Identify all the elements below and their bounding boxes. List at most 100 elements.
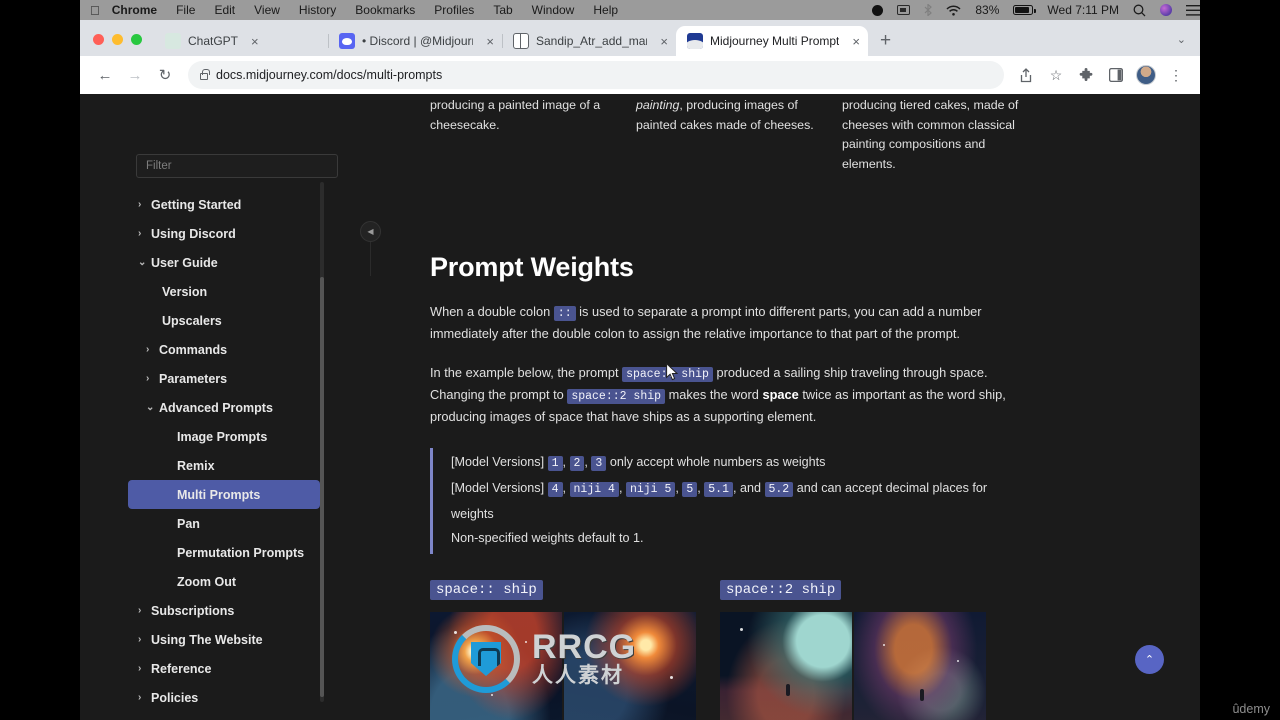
back-button[interactable]: ←: [90, 60, 120, 90]
sidebar-item-reference[interactable]: › Reference: [128, 654, 398, 683]
minimize-window-button[interactable]: [112, 34, 123, 45]
record-icon[interactable]: [872, 4, 884, 16]
p2-part-c: makes the word: [665, 386, 763, 402]
share-icon[interactable]: [1012, 61, 1040, 89]
code-v1: 1: [547, 456, 563, 472]
menu-item-window[interactable]: Window: [532, 3, 575, 17]
generated-image[interactable]: [564, 612, 696, 720]
sidebar-item-subscriptions[interactable]: › Subscriptions: [128, 596, 398, 625]
bluetooth-icon[interactable]: [924, 4, 933, 16]
avatar[interactable]: [1132, 61, 1160, 89]
sidebar-item-using-discord[interactable]: › Using Discord: [128, 219, 398, 248]
p2-bold-space: space: [762, 386, 799, 402]
search-input[interactable]: Filter: [136, 154, 338, 178]
chevron-right-icon: ›: [146, 373, 150, 384]
apple-logo-icon[interactable]: : [90, 3, 100, 18]
page-title: Prompt Weights: [430, 252, 634, 283]
image-grid-space2-ship[interactable]: [720, 612, 986, 720]
generated-image[interactable]: [854, 612, 986, 720]
clock-label[interactable]: Wed 7:11 PM: [1047, 3, 1119, 17]
sidebar-item-label: Multi Prompts: [177, 487, 261, 502]
sidebar-item-label: Getting Started: [151, 197, 242, 212]
menu-item-bookmarks[interactable]: Bookmarks: [355, 3, 415, 17]
menu-item-history[interactable]: History: [299, 3, 336, 17]
bookmark-star-icon[interactable]: ☆: [1042, 61, 1070, 89]
top-column-2: painting, producing images of painted ca…: [636, 96, 814, 174]
screen-mirroring-icon[interactable]: [897, 4, 911, 16]
browser-menu-icon[interactable]: ⋮: [1162, 61, 1190, 89]
menu-item-profiles[interactable]: Profiles: [434, 3, 474, 17]
sidebar-item-label: Subscriptions: [151, 603, 235, 618]
menu-item-tab[interactable]: Tab: [493, 3, 512, 17]
close-window-button[interactable]: [93, 34, 104, 45]
note-line-2: [Model Versions] 4, niji 4, niji 5, 5, 5…: [451, 481, 988, 522]
sidebar-item-image-prompts[interactable]: Image Prompts: [128, 422, 398, 451]
sidebar-item-label: Remix: [177, 458, 215, 473]
address-bar[interactable]: docs.midjourney.com/docs/multi-prompts: [188, 61, 1004, 89]
sidebar-item-remix[interactable]: Remix: [128, 451, 398, 480]
sidebar-item-using-the-website[interactable]: › Using The Website: [128, 625, 398, 654]
sidebar-item-policies[interactable]: › Policies: [128, 683, 398, 712]
sidebar-item-parameters[interactable]: › Parameters: [128, 364, 398, 393]
sidebar-item-user-guide[interactable]: ⌄ User Guide: [128, 248, 398, 277]
sidebar-item-label: Zoom Out: [177, 574, 237, 589]
scroll-to-top-button[interactable]: ⌃: [1135, 645, 1164, 674]
menu-item-edit[interactable]: Edit: [214, 3, 235, 17]
sidebar-scrollbar[interactable]: [320, 182, 324, 702]
sidebar-nav: › Getting Started › Using Discord ⌄ User…: [128, 190, 398, 720]
menu-item-help[interactable]: Help: [593, 3, 618, 17]
tab-chatgpt[interactable]: ChatGPT ×: [154, 26, 329, 56]
control-center-icon[interactable]: [1186, 4, 1200, 16]
note1-a: [Model Versions]: [451, 455, 548, 470]
menu-item-view[interactable]: View: [254, 3, 280, 17]
sidebar-item-upscalers[interactable]: Upscalers: [128, 306, 398, 335]
menu-item-chrome[interactable]: Chrome: [112, 3, 157, 17]
siri-icon[interactable]: [1160, 4, 1172, 16]
code-v51: 5.1: [704, 482, 733, 498]
note1-b: only accept whole numbers as weights: [606, 455, 826, 470]
close-icon[interactable]: ×: [852, 35, 860, 48]
example-image-grids: [430, 612, 1030, 720]
code-niji4: niji 4: [569, 482, 619, 498]
tab-discord[interactable]: • Discord | @Midjourney Bot ×: [328, 26, 503, 56]
sidebar-collapse-button[interactable]: ◀: [360, 221, 381, 242]
image-grid-space-ship[interactable]: [430, 612, 696, 720]
sidebar-item-getting-started[interactable]: › Getting Started: [128, 190, 398, 219]
close-icon[interactable]: ×: [251, 35, 259, 48]
side-panel-icon[interactable]: [1102, 61, 1130, 89]
chevron-right-icon: ›: [138, 692, 142, 703]
wifi-icon[interactable]: [946, 4, 961, 16]
tab-search-chevron-down-icon[interactable]: ⌄: [1177, 33, 1200, 56]
generated-image[interactable]: [720, 612, 852, 720]
sidebar-item-advanced-prompts[interactable]: ⌄ Advanced Prompts: [128, 393, 398, 422]
tab-sandip-atr[interactable]: Sandip_Atr_add_mars_theme_i ×: [502, 26, 676, 56]
midjourney-icon: [687, 33, 703, 49]
new-tab-button[interactable]: +: [868, 31, 901, 56]
sidebar-item-commands[interactable]: › Commands: [128, 335, 398, 364]
code-v2: 2: [569, 456, 585, 472]
close-icon[interactable]: ×: [486, 35, 494, 48]
inline-code-space2-ship: space::2 ship: [567, 388, 666, 404]
sidebar-item-zoom-out[interactable]: Zoom Out: [128, 567, 398, 596]
chevron-right-icon: ›: [138, 605, 142, 616]
spotlight-search-icon[interactable]: [1133, 4, 1146, 17]
forward-button[interactable]: →: [120, 60, 150, 90]
tab-label: • Discord | @Midjourney Bot: [362, 34, 473, 48]
menu-item-file[interactable]: File: [176, 3, 195, 17]
screen-left-letterbox: [0, 0, 80, 720]
tab-label: Sandip_Atr_add_mars_theme_i: [536, 34, 647, 48]
sidebar-item-label: Upscalers: [162, 313, 222, 328]
macos-menu-bar:  Chrome File Edit View History Bookmark…: [80, 0, 1200, 20]
sidebar-item-version[interactable]: Version: [128, 277, 398, 306]
sidebar-item-permutation-prompts[interactable]: Permutation Prompts: [128, 538, 398, 567]
sidebar-item-pan[interactable]: Pan: [128, 509, 398, 538]
extensions-puzzle-icon[interactable]: [1072, 61, 1100, 89]
tab-midjourney-multi-prompts[interactable]: Midjourney Multi Prompts ×: [676, 26, 868, 56]
maximize-window-button[interactable]: [131, 34, 142, 45]
close-icon[interactable]: ×: [660, 35, 668, 48]
sidebar-item-multi-prompts[interactable]: Multi Prompts: [128, 480, 320, 509]
tab-label: Midjourney Multi Prompts: [710, 34, 840, 48]
reload-button[interactable]: ↻: [150, 60, 180, 90]
battery-icon[interactable]: [1013, 5, 1036, 15]
generated-image[interactable]: [430, 612, 562, 720]
